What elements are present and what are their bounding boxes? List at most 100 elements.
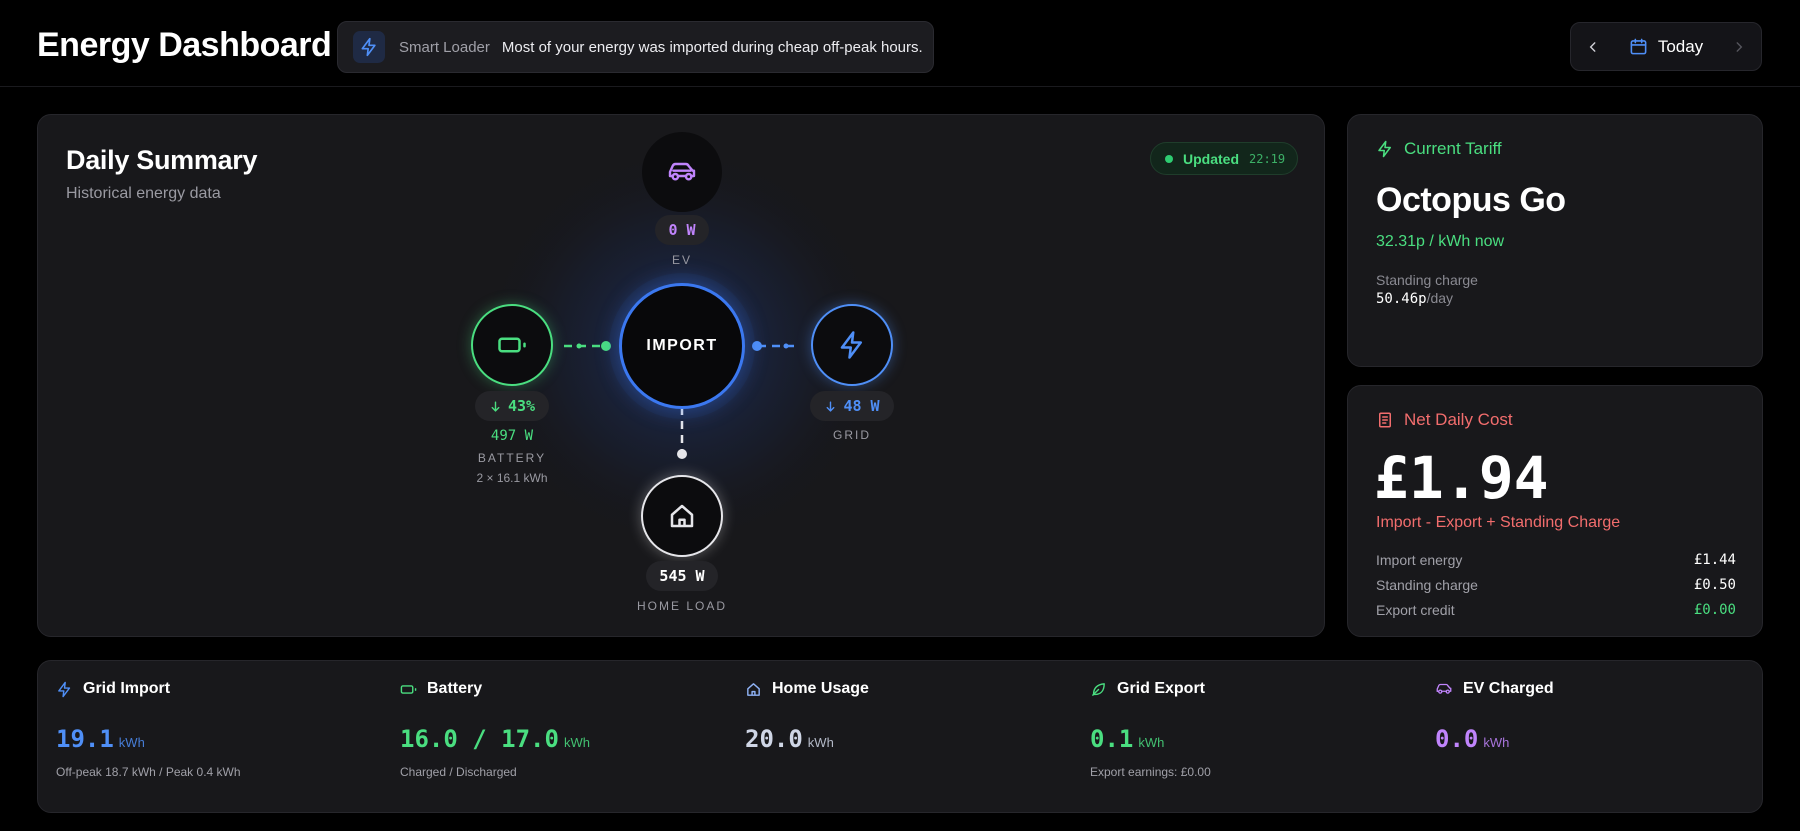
battery-icon (400, 684, 417, 694)
cost-row-label: Import energy (1376, 552, 1463, 568)
stat-note: Off-peak 18.7 kWh / Peak 0.4 kWh (56, 765, 241, 779)
stat-header: EV Charged (1435, 680, 1554, 698)
stat-number: 0.0 (1435, 725, 1479, 753)
stat-grid-import[interactable]: Grid Import 19.1 kWh Off-peak 18.7 kWh / … (38, 661, 378, 814)
ev-power: 0 W (655, 215, 709, 245)
cost-row-standing: Standing charge £0.50 (1376, 577, 1736, 593)
home-icon (670, 504, 694, 528)
date-picker-button[interactable]: Today (1615, 37, 1717, 57)
daily-summary-card: Daily Summary Historical energy data Upd… (37, 114, 1325, 637)
stat-number: 0.1 (1090, 725, 1134, 753)
stat-grid-export[interactable]: Grid Export 0.1 kWh Export earnings: £0.0… (1072, 661, 1412, 814)
energy-flow-diagram: 0 W EV 43% 497 W BATTERY 2 × 16.1 kWh IM… (38, 115, 1326, 638)
battery-node[interactable] (471, 304, 553, 386)
stat-title: Grid Import (83, 680, 171, 697)
stat-value: 0.1 kWh (1090, 725, 1164, 753)
stat-home-usage[interactable]: Home Usage 20.0 kWh (727, 661, 1067, 814)
home-load-caption: HOME LOAD (636, 599, 727, 613)
battery-percent-value: 43% (507, 397, 536, 415)
cost-row-label: Export credit (1376, 602, 1455, 618)
chevron-right-icon (1736, 41, 1743, 52)
stat-title: EV Charged (1463, 680, 1554, 697)
tariff-heading: Current Tariff (1376, 139, 1502, 159)
battery-caption: BATTERY (477, 451, 547, 465)
grid-power-value: 48 W (843, 397, 880, 415)
header: Energy Dashboard Smart Loader Most of yo… (0, 0, 1800, 87)
banner-message: Most of your energy was imported during … (501, 38, 923, 56)
stat-value: 16.0 / 17.0 kWh (400, 725, 590, 753)
date-navigator: Today (1570, 22, 1762, 71)
stat-title: Battery (427, 680, 483, 697)
stat-header: Home Usage (745, 680, 869, 698)
cost-row-label: Standing charge (1376, 577, 1478, 593)
net-cost-amount: £1.94 (1374, 444, 1549, 512)
stat-unit: kWh (118, 735, 145, 750)
stat-header: Battery (400, 680, 482, 698)
banner-label: Smart Loader (399, 38, 490, 56)
standing-charge-label: Standing charge (1376, 272, 1478, 288)
arrow-down-icon (491, 400, 500, 412)
home-load-power: 545 W (646, 561, 718, 591)
cost-heading: Net Daily Cost (1376, 410, 1513, 430)
current-tariff-card: Current Tariff Octopus Go 32.31p / kWh n… (1347, 114, 1763, 367)
calendar-icon (1630, 38, 1647, 55)
stat-note: Charged / Discharged (400, 765, 517, 779)
next-day-button[interactable] (1717, 23, 1761, 70)
ev-caption: EV (671, 253, 692, 267)
tariff-heading-label: Current Tariff (1404, 139, 1502, 158)
stat-note: Export earnings: £0.00 (1090, 765, 1211, 779)
chevron-left-icon (1589, 41, 1596, 52)
cost-row-value: £1.44 (1693, 552, 1736, 568)
standing-charge-unit: /day (1426, 290, 1454, 306)
import-label: IMPORT (646, 337, 718, 354)
lightning-icon (58, 681, 71, 697)
smart-loader-banner: Smart Loader Most of your energy was imp… (337, 21, 934, 73)
previous-day-button[interactable] (1571, 23, 1615, 70)
car-icon (668, 162, 696, 181)
stat-value: 19.1 kWh (56, 725, 145, 753)
stat-value: 0.0 kWh (1435, 725, 1509, 753)
home-node[interactable] (641, 475, 723, 557)
stat-unit: kWh (1138, 735, 1165, 750)
receipt-icon (1379, 412, 1391, 428)
stat-ev-charged[interactable]: EV Charged 0.0 kWh (1417, 661, 1757, 814)
date-label: Today (1657, 36, 1704, 56)
stat-value: 20.0 kWh (745, 725, 834, 753)
stat-battery[interactable]: Battery 16.0 / 17.0 kWh Charged / Dischar… (382, 661, 722, 814)
battery-charge-percent: 43% (475, 391, 549, 421)
battery-capacity: 2 × 16.1 kWh (476, 471, 548, 485)
lightning-icon (1378, 140, 1391, 158)
stat-number: 16.0 / 17.0 (400, 725, 559, 753)
lightning-icon (840, 331, 862, 359)
battery-icon (498, 337, 526, 353)
daily-stats-bar: Grid Import 19.1 kWh Off-peak 18.7 kWh / … (37, 660, 1763, 813)
car-icon (1436, 683, 1452, 694)
lightning-icon (353, 31, 385, 63)
tariff-name: Octopus Go (1376, 181, 1566, 219)
stat-unit: kWh (807, 735, 834, 750)
grid-node[interactable] (811, 304, 893, 386)
battery-power: 497 W (490, 428, 534, 444)
stat-unit: kWh (1483, 735, 1510, 750)
stat-title: Home Usage (772, 680, 869, 697)
leaf-icon (1092, 682, 1105, 696)
stat-unit: kWh (563, 735, 590, 750)
standing-charge-value: 50.46p/day (1376, 290, 1453, 307)
stat-number: 19.1 (56, 725, 114, 753)
cost-heading-label: Net Daily Cost (1404, 410, 1513, 429)
grid-caption: GRID (833, 428, 871, 442)
grid-power: 48 W (810, 391, 894, 421)
ev-node[interactable] (642, 132, 722, 212)
net-daily-cost-card: Net Daily Cost £1.94 Import - Export + S… (1347, 385, 1763, 637)
stat-header: Grid Import (56, 680, 170, 698)
import-hub-node[interactable]: IMPORT (619, 283, 745, 409)
home-icon (747, 682, 760, 696)
cost-row-export: Export credit £0.00 (1376, 602, 1736, 618)
tariff-rate: 32.31p / kWh now (1376, 233, 1505, 250)
stat-header: Grid Export (1090, 680, 1205, 698)
standing-charge-amount: 50.46p (1376, 291, 1427, 307)
cost-row-value: £0.00 (1693, 602, 1736, 618)
stat-title: Grid Export (1117, 680, 1206, 697)
cost-formula: Import - Export + Standing Charge (1376, 514, 1621, 531)
stat-number: 20.0 (745, 725, 803, 753)
